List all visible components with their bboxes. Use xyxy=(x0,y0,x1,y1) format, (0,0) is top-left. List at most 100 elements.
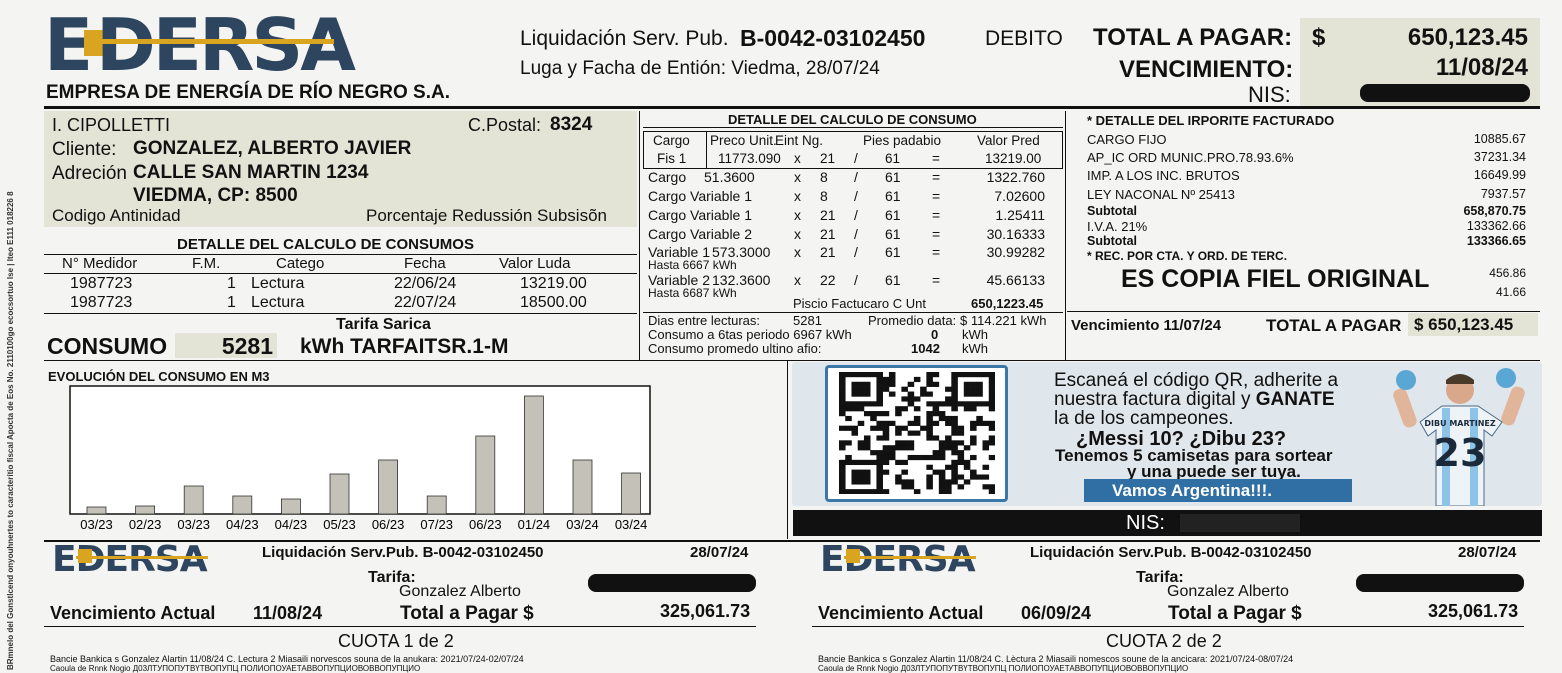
importe-row-value: 133362.66 xyxy=(1466,219,1526,233)
prom-ultimo-value: 1042 xyxy=(911,341,940,356)
chart-bar xyxy=(232,495,253,515)
extra-2: 41.66 xyxy=(1495,285,1526,299)
chart-x-tick-label: 06/23 xyxy=(372,517,405,532)
coupon-name: Gonzalez Alberto xyxy=(1167,583,1289,600)
calc-row-v: 30.99282 xyxy=(986,244,1045,260)
calc-row-v: 45.66133 xyxy=(986,272,1045,288)
chart-bar xyxy=(183,485,204,515)
calc-first-e: = xyxy=(932,151,940,166)
vertical-divider-2 xyxy=(1065,111,1066,360)
importe-total-label: TOTAL A PAGAR xyxy=(1266,316,1402,335)
calc-first-cargo: Fis 1 xyxy=(657,151,687,166)
row2-fecha: 22/07/24 xyxy=(394,294,457,311)
adrecion-line1: CALLE SAN MARTIN 1234 xyxy=(133,162,369,183)
calc-row-sub: Hasta 6687 kWh xyxy=(648,286,737,300)
importe-total-line xyxy=(1067,311,1540,312)
calculo-header: Cargo Preco Unit. Eint Ng. Pies padabio … xyxy=(643,131,1063,169)
client-location: I. CIPOLLETTI xyxy=(52,115,171,135)
chart-x-tick-label: 04/23 xyxy=(275,517,308,532)
chart-bar xyxy=(86,506,107,515)
chart-x-tick-label: 03/23 xyxy=(177,517,210,532)
calc-h-cargo: Cargo xyxy=(653,133,690,148)
postal-value: 8324 xyxy=(550,114,593,135)
calc-row-n: 21 xyxy=(820,244,836,260)
calc-row-n: 8 xyxy=(820,188,828,204)
coupon-logo-icon: EDERSA xyxy=(820,541,977,575)
coupon-total-label: Total a Pagar $ xyxy=(400,603,534,624)
row2-catego: Lectura xyxy=(251,294,305,311)
qr-code-icon[interactable] xyxy=(839,372,995,494)
consumo6-label: Consumo a 6tas periodo 6967 kWh xyxy=(648,327,852,342)
coupon-liquidacion: Liquidación Serv.Pub. B-0042-03102450 xyxy=(1030,544,1312,561)
calc-row-v: 1322.760 xyxy=(986,169,1045,185)
row1-catego: Lectura xyxy=(251,275,305,292)
coupon-divider xyxy=(44,540,1540,542)
precio-value: 650,1223.45 xyxy=(971,296,1044,311)
chart-x-tick-label: 04/23 xyxy=(226,517,259,532)
chart-bar xyxy=(572,459,593,515)
importe-row-label: Subtotal xyxy=(1087,234,1137,248)
importe-row-value: 16649.99 xyxy=(1473,168,1526,182)
postal-label: C.Postal: xyxy=(468,115,542,135)
jersey-name: DIBU MARTINEZ xyxy=(1424,419,1496,428)
coupon-venc-label: Vencimiento Actual xyxy=(818,603,984,623)
calc-h-valor: Valor Pred xyxy=(977,133,1040,148)
calc-row-n: 8 xyxy=(820,169,828,185)
calc-row-e: = xyxy=(932,169,941,185)
consumo-label: CONSUMO xyxy=(47,333,168,359)
left-glove-icon xyxy=(1396,370,1416,390)
codigo-label: Codigo Antinidad xyxy=(52,206,181,225)
row1-fecha: 22/06/24 xyxy=(394,275,457,292)
vertical-divider-3 xyxy=(787,361,788,539)
calc-row-c: Cargo Variable 2 xyxy=(648,226,753,242)
promo-banner-text: Vamos Argentina!!!. xyxy=(1112,481,1272,500)
debito-label: DEBITO xyxy=(985,27,1063,50)
chart-x-tick-label: 06/23 xyxy=(469,517,502,532)
importe-row-label: Subtotal xyxy=(1087,204,1137,218)
calc-row-s: / xyxy=(854,188,858,204)
edersa-logo: E DERSA xyxy=(44,3,364,87)
calc-row-n: 21 xyxy=(820,226,836,242)
copia-fiel: ES COPIA FIEL ORIGINAL xyxy=(1121,265,1430,293)
chart-x-tick-label: 03/24 xyxy=(566,517,599,532)
calculo-title-line xyxy=(643,127,1063,128)
row1-valor: 13219.00 xyxy=(520,275,587,292)
coupon-total-value: 325,061.73 xyxy=(660,601,751,621)
mid-divider xyxy=(44,360,1540,361)
extra-1: 456.86 xyxy=(1489,266,1526,280)
coupon-date: 28/07/24 xyxy=(1458,544,1517,561)
chart-plot-area xyxy=(69,385,651,515)
chart-bar xyxy=(621,472,641,515)
vencimiento-value: 11/08/24 xyxy=(1435,54,1528,81)
promedio-value: $ 114.221 kWh xyxy=(960,313,1047,328)
chart-x-tick-label: 07/23 xyxy=(420,517,453,532)
chart-bar xyxy=(280,498,301,515)
chart-bar xyxy=(426,495,447,515)
calc-row-e: = xyxy=(932,244,941,260)
importe-total-value: $ 650,123.45 xyxy=(1414,315,1514,334)
calc-row-v: 7.02600 xyxy=(994,188,1045,204)
liquidacion-number: B-0042-03102450 xyxy=(740,25,926,51)
row1-medidor: 1987723 xyxy=(70,275,133,292)
svg-text:E: E xyxy=(44,8,90,78)
coupon-line xyxy=(44,626,756,627)
col-valor: Valor Luda xyxy=(499,255,571,272)
right-glove-icon xyxy=(1496,368,1516,388)
liquidacion-label: Liquidación Serv. Pub. xyxy=(520,27,729,50)
calc-row-c: Cargo Variable 1 xyxy=(648,207,753,223)
coupon-venc-value: 06/09/24 xyxy=(1021,603,1092,623)
coupon-line xyxy=(812,626,1524,627)
importe-row-value: 133366.65 xyxy=(1466,234,1526,248)
calc-row-e: = xyxy=(932,272,941,288)
calc-first-p: 61 xyxy=(885,151,901,166)
row2-medidor: 1987723 xyxy=(70,294,133,311)
coupon-name: Gonzalez Alberto xyxy=(399,583,521,600)
calc-row-p: 61 xyxy=(885,272,901,288)
chart-x-tick-label: 05/23 xyxy=(323,517,356,532)
calc-row-x: x xyxy=(794,169,801,185)
precio-label: Piscio Factucaro C Unt xyxy=(793,296,926,311)
coupon-redacted xyxy=(588,574,756,592)
importe-row-label: I.V.A. 21% xyxy=(1087,219,1148,234)
calc-row-p: 61 xyxy=(885,169,901,185)
edersa-logo-icon: E DERSA xyxy=(44,3,359,87)
